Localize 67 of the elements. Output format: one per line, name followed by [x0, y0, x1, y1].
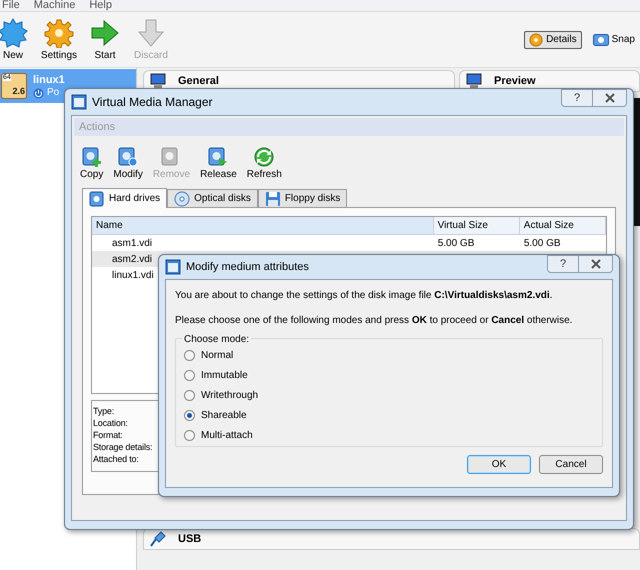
close-icon	[604, 93, 614, 103]
toolbar-button[interactable]: Release	[198, 146, 239, 181]
menu-item[interactable]: Help	[89, 0, 112, 11]
column-header[interactable]: Virtual Size	[434, 217, 520, 234]
details-label: Type:	[93, 405, 114, 417]
table-cell-text: 5.00 GB	[436, 236, 476, 250]
view-button[interactable]: Snap	[588, 30, 640, 48]
tab[interactable]: Floppy disks	[258, 189, 348, 207]
toolbar-button[interactable]: New	[0, 18, 32, 62]
instruction-text: Please choose one of the following modes and press OK to proceed or Cancel otherwise.	[175, 314, 574, 328]
vm-state: Po	[47, 87, 60, 99]
dialog-button[interactable]: OK	[467, 455, 531, 474]
tab[interactable]: Hard drives	[82, 188, 168, 208]
view-button[interactable]: Details	[524, 30, 582, 48]
usb-plug-icon	[150, 531, 166, 547]
table-cell-text: linux1.vdi	[112, 268, 154, 282]
monitor-icon	[150, 73, 166, 89]
dialog-title: Modify medium attributes	[186, 260, 309, 275]
toolbar-button[interactable]: Settings	[40, 18, 78, 62]
section-title: Preview	[494, 74, 536, 89]
disk-arrow-icon	[207, 146, 230, 168]
column-header[interactable]: Name	[92, 217, 434, 234]
window-icon	[165, 259, 181, 275]
menu-item[interactable]: File	[2, 0, 20, 11]
right-arrow-icon	[90, 18, 120, 48]
disk-plus-icon	[80, 146, 103, 168]
radio-button[interactable]	[184, 390, 195, 401]
section-title: General	[178, 74, 219, 89]
details-label: Storage details:	[93, 441, 152, 453]
help-button[interactable]: ?	[561, 89, 593, 107]
radio-button[interactable]	[184, 410, 195, 421]
details-label: Attached to:	[93, 453, 139, 465]
window-icon	[71, 94, 87, 110]
starburst-icon	[0, 18, 28, 48]
radio-button[interactable]	[184, 370, 195, 381]
message-text: You are about to change the settings of the disk image file C:\Virtualdisks\asm2.vdi.	[175, 289, 554, 303]
radio-option[interactable]: Normal	[184, 349, 594, 362]
column-header[interactable]: Actual Size	[520, 217, 606, 234]
disk-dot-icon	[117, 146, 140, 168]
close-button[interactable]	[579, 255, 613, 273]
dialog-button[interactable]: Cancel	[539, 455, 603, 474]
details-label: Format:	[93, 429, 123, 441]
power-icon	[33, 88, 44, 98]
table-cell-text: asm1.vdi	[112, 236, 152, 250]
toolbar-button[interactable]: Refresh	[244, 146, 284, 181]
radio-button[interactable]	[184, 430, 195, 441]
details-label: Location:	[93, 417, 128, 429]
tab[interactable]: Optical disks	[167, 189, 258, 207]
table-cell-text: 5.00 GB	[522, 236, 562, 250]
vm-name: linux1	[33, 73, 65, 87]
radio-option[interactable]: Immutable	[184, 369, 594, 382]
down-arrow-icon	[136, 18, 166, 48]
radio-option[interactable]: Shareable	[184, 409, 594, 422]
section-title: USB	[178, 532, 202, 547]
toolbar-button[interactable]: Copy	[78, 146, 106, 181]
help-button[interactable]: ?	[547, 255, 579, 273]
close-icon	[590, 259, 600, 269]
refresh-icon	[253, 146, 276, 168]
close-button[interactable]	[593, 89, 627, 107]
table-cell-text: asm2.vdi	[112, 252, 152, 266]
toolbar-button[interactable]: Start	[86, 18, 124, 62]
menu-item[interactable]: Machine	[34, 0, 76, 11]
toolbar-button[interactable]: Modify	[111, 146, 145, 181]
radio-option[interactable]: Multi-attach	[184, 429, 594, 442]
radio-button[interactable]	[184, 350, 195, 361]
radio-option[interactable]: Writethrough	[184, 389, 594, 402]
monitor-icon	[466, 73, 482, 89]
